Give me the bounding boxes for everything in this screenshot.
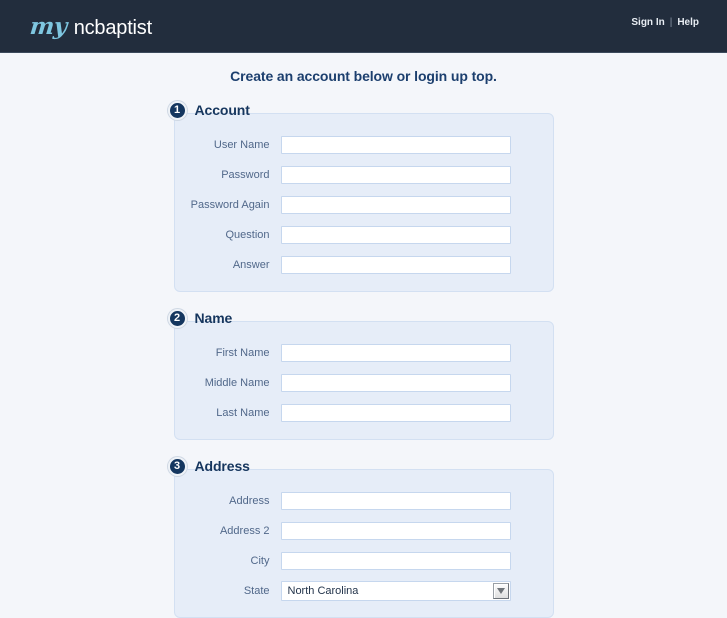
section-address: 3 Address Address Address 2 City State N… <box>167 456 554 618</box>
help-link[interactable]: Help <box>677 17 699 28</box>
label-last-name: Last Name <box>216 407 270 419</box>
chevron-down-icon[interactable] <box>492 583 509 599</box>
brand-logo[interactable]: my ncbaptist <box>28 13 153 40</box>
label-first-name: First Name <box>215 347 270 359</box>
label-answer: Answer <box>232 259 270 271</box>
field-row-middle-name: Middle Name <box>187 368 535 398</box>
brand-script-text: my <box>28 13 69 40</box>
section-name-header: 2 Name <box>167 308 554 328</box>
label-city: City <box>250 555 270 567</box>
section-address-header: 3 Address <box>167 456 554 476</box>
step-number-badge: 1 <box>167 100 187 120</box>
header-links: Sign In | Help <box>631 17 699 28</box>
input-last-name[interactable] <box>280 404 511 422</box>
section-account-title: Account <box>194 102 250 118</box>
input-user-name[interactable] <box>280 136 511 154</box>
step-number-badge: 3 <box>167 456 187 476</box>
input-password[interactable] <box>280 166 511 184</box>
section-name-title: Name <box>194 310 233 326</box>
field-row-address: Address <box>187 486 535 516</box>
input-middle-name[interactable] <box>280 374 511 392</box>
registration-form: 1 Account User Name Password Password Ag… <box>167 100 554 618</box>
page-content: Create an account below or login up top.… <box>0 53 727 618</box>
field-row-password-again: Password Again <box>187 190 535 220</box>
input-answer[interactable] <box>280 256 511 274</box>
field-row-last-name: Last Name <box>187 398 535 428</box>
input-password-again[interactable] <box>280 196 511 214</box>
input-first-name[interactable] <box>280 344 511 362</box>
field-row-password: Password <box>187 160 535 190</box>
label-middle-name: Middle Name <box>204 377 270 389</box>
field-row-user-name: User Name <box>187 130 535 160</box>
section-account: 1 Account User Name Password Password Ag… <box>167 100 554 292</box>
header-link-separator: | <box>669 17 673 28</box>
label-question: Question <box>225 229 270 241</box>
site-header: my ncbaptist Sign In | Help <box>0 0 727 53</box>
label-state: State <box>243 585 270 597</box>
label-password-again: Password Again <box>190 199 270 211</box>
select-state-value: North Carolina <box>280 581 511 601</box>
page-title: Create an account below or login up top. <box>230 68 497 84</box>
label-address-2: Address 2 <box>219 525 270 537</box>
label-password: Password <box>221 169 270 181</box>
section-account-header: 1 Account <box>167 100 554 120</box>
input-address-2[interactable] <box>280 522 511 540</box>
field-row-state: State North Carolina <box>187 576 535 606</box>
field-row-first-name: First Name <box>187 338 535 368</box>
input-question[interactable] <box>280 226 511 244</box>
select-state[interactable]: North Carolina <box>280 581 511 601</box>
sign-in-link[interactable]: Sign In <box>631 17 664 28</box>
label-address: Address <box>229 495 270 507</box>
brand-name-text: ncbaptist <box>73 17 152 39</box>
field-row-answer: Answer <box>187 250 535 280</box>
section-name: 2 Name First Name Middle Name Last Name <box>167 308 554 440</box>
input-city[interactable] <box>280 552 511 570</box>
section-account-panel: User Name Password Password Again Questi… <box>173 113 554 292</box>
field-row-address-2: Address 2 <box>187 516 535 546</box>
step-number-badge: 2 <box>167 308 187 328</box>
label-user-name: User Name <box>213 139 270 151</box>
section-address-panel: Address Address 2 City State North Carol… <box>173 469 554 618</box>
input-address[interactable] <box>280 492 511 510</box>
field-row-city: City <box>187 546 535 576</box>
field-row-question: Question <box>187 220 535 250</box>
section-address-title: Address <box>194 458 250 474</box>
section-name-panel: First Name Middle Name Last Name <box>173 321 554 440</box>
